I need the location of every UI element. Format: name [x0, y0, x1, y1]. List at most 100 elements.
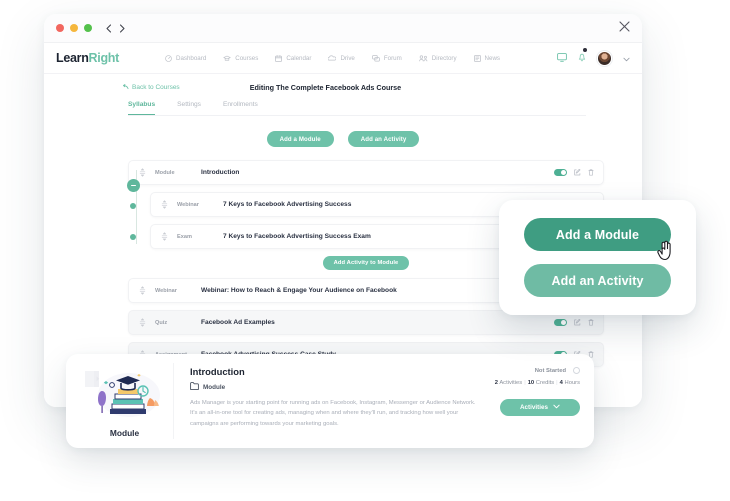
module-kind: Module [190, 382, 482, 392]
maximize-window-dot[interactable] [84, 24, 92, 32]
minimize-window-dot[interactable] [70, 24, 78, 32]
row-title: 7 Keys to Facebook Advertising Success [223, 201, 352, 208]
nav-item-news[interactable]: News [473, 54, 501, 62]
module-status: Not Started [482, 367, 580, 374]
hand-pointer-cursor [657, 240, 674, 266]
stat-credits-value: 10 [527, 380, 535, 386]
row-actions [554, 169, 594, 176]
module-illustration-icon [82, 365, 168, 426]
module-collapse-toggle[interactable] [126, 179, 140, 192]
nav-item-drive[interactable]: Drive [328, 54, 355, 62]
popup-add-activity-button[interactable]: Add an Activity [524, 264, 671, 297]
nav-label: News [484, 54, 501, 62]
module-detail-card: Module Introduction Module Ads Manager i… [66, 354, 594, 448]
row-actions [554, 319, 594, 326]
chevron-left-icon[interactable] [105, 23, 112, 33]
module-detail-main: Introduction Module Ads Manager is your … [174, 363, 482, 439]
close-window-dot[interactable] [56, 24, 64, 32]
traffic-lights [56, 24, 92, 32]
popup-add-module-button[interactable]: Add a Module [524, 218, 671, 251]
directory-icon [419, 54, 428, 62]
status-badge: Not Started [534, 367, 566, 374]
row-kind: Module [155, 169, 175, 176]
publish-toggle[interactable] [554, 319, 567, 326]
stat-hours-value: 4 [559, 380, 563, 386]
publish-toggle[interactable] [554, 169, 567, 176]
stat-separator: | [556, 380, 558, 386]
close-icon[interactable] [619, 19, 630, 37]
page-tabs: Syllabus Settings Enrollments [128, 101, 586, 116]
table-row[interactable]: Module Introduction [128, 160, 604, 185]
stat-credits-label: Credits [535, 380, 555, 386]
row-kind: Webinar [155, 287, 177, 294]
tab-settings[interactable]: Settings [177, 101, 201, 115]
back-link-label: Back to Courses [132, 84, 180, 91]
chevron-down-icon[interactable] [623, 49, 630, 67]
drag-handle-icon[interactable] [138, 318, 147, 327]
page-topline: Back to Courses Editing The Complete Fac… [44, 83, 642, 92]
activities-dropdown-button[interactable]: Activities [500, 399, 580, 416]
module-thumbnail-label: Module [109, 427, 140, 438]
chat-icon[interactable] [557, 49, 567, 67]
nav-item-calendar[interactable]: Calendar [275, 55, 311, 62]
stat-activities-label: Activities [499, 380, 523, 386]
window-nav-arrows [105, 23, 126, 33]
syllabus-add-buttons: Add a Module Add an Activity [44, 131, 642, 147]
delete-icon[interactable] [588, 169, 594, 176]
drag-handle-icon[interactable] [138, 168, 147, 177]
activities-button-label: Activities [520, 404, 548, 411]
nav-label: Drive [340, 54, 355, 62]
row-title: Introduction [201, 169, 240, 176]
delete-icon[interactable] [588, 319, 594, 326]
module-title: Introduction [190, 366, 245, 377]
drag-handle-icon[interactable] [160, 232, 169, 241]
row-title: Facebook Ad Examples [201, 319, 275, 326]
nav-item-dashboard[interactable]: Dashboard [165, 55, 206, 62]
module-stats: 2 Activities | 10 Credits | 4 Hours [482, 380, 580, 386]
row-title: Webinar: How to Reach & Engage Your Audi… [201, 287, 397, 294]
courses-icon [223, 55, 231, 62]
nav-item-courses[interactable]: Courses [223, 55, 258, 62]
page-title: Editing The Complete Facebook Ads Course [249, 83, 402, 92]
app-header: LearnRight Dashboard Courses Calendar Dr… [44, 43, 642, 74]
calendar-icon [275, 54, 283, 62]
avatar[interactable] [597, 50, 612, 66]
nav-item-forum[interactable]: Forum [372, 55, 402, 62]
folder-icon [190, 382, 199, 392]
notification-badge [583, 48, 587, 52]
main-navigation: Dashboard Courses Calendar Drive Forum D… [165, 55, 500, 62]
tab-syllabus[interactable]: Syllabus [128, 101, 156, 115]
chevron-down-icon [553, 404, 560, 411]
app-logo[interactable]: LearnRight [56, 51, 119, 65]
tab-enrollments[interactable]: Enrollments [223, 101, 258, 115]
stat-separator: | [524, 380, 526, 386]
back-to-courses-link[interactable]: Back to Courses [122, 83, 180, 92]
add-module-button[interactable]: Add a Module [266, 131, 334, 147]
add-activity-to-module-button[interactable]: Add Activity to Module [322, 256, 410, 270]
drag-handle-icon[interactable] [160, 200, 169, 209]
app-header-actions [557, 48, 630, 67]
nav-item-directory[interactable]: Directory [419, 55, 457, 62]
row-kind: Exam [177, 233, 192, 240]
row-kind: Webinar [177, 201, 199, 208]
row-kind: Quiz [155, 319, 168, 326]
edit-icon[interactable] [574, 319, 581, 326]
drag-handle-icon[interactable] [138, 286, 147, 295]
forum-icon [372, 54, 380, 62]
stat-hours-label: Hours [564, 380, 580, 386]
module-detail-right: Not Started 2 Activities | 10 Credits | 4 Ho… [482, 363, 580, 439]
timeline-dot-activity-2 [130, 234, 136, 240]
module-description: Ads Manager is your starting point for r… [190, 400, 476, 427]
add-activity-button[interactable]: Add an Activity [347, 131, 420, 147]
bell-icon[interactable] [578, 48, 587, 67]
nav-label: Dashboard [175, 54, 207, 62]
edit-icon[interactable] [574, 169, 581, 176]
stat-activities-value: 2 [494, 380, 499, 386]
screenshot-stage: LearnRight Dashboard Courses Calendar Dr… [0, 0, 730, 501]
module-kind-label: Module [203, 383, 226, 391]
progress-circle-icon [573, 367, 580, 374]
chevron-right-icon[interactable] [119, 23, 126, 33]
nav-label: Forum [383, 54, 402, 62]
logo-text-accent: Right [88, 51, 120, 65]
nav-label: Directory [431, 54, 457, 62]
